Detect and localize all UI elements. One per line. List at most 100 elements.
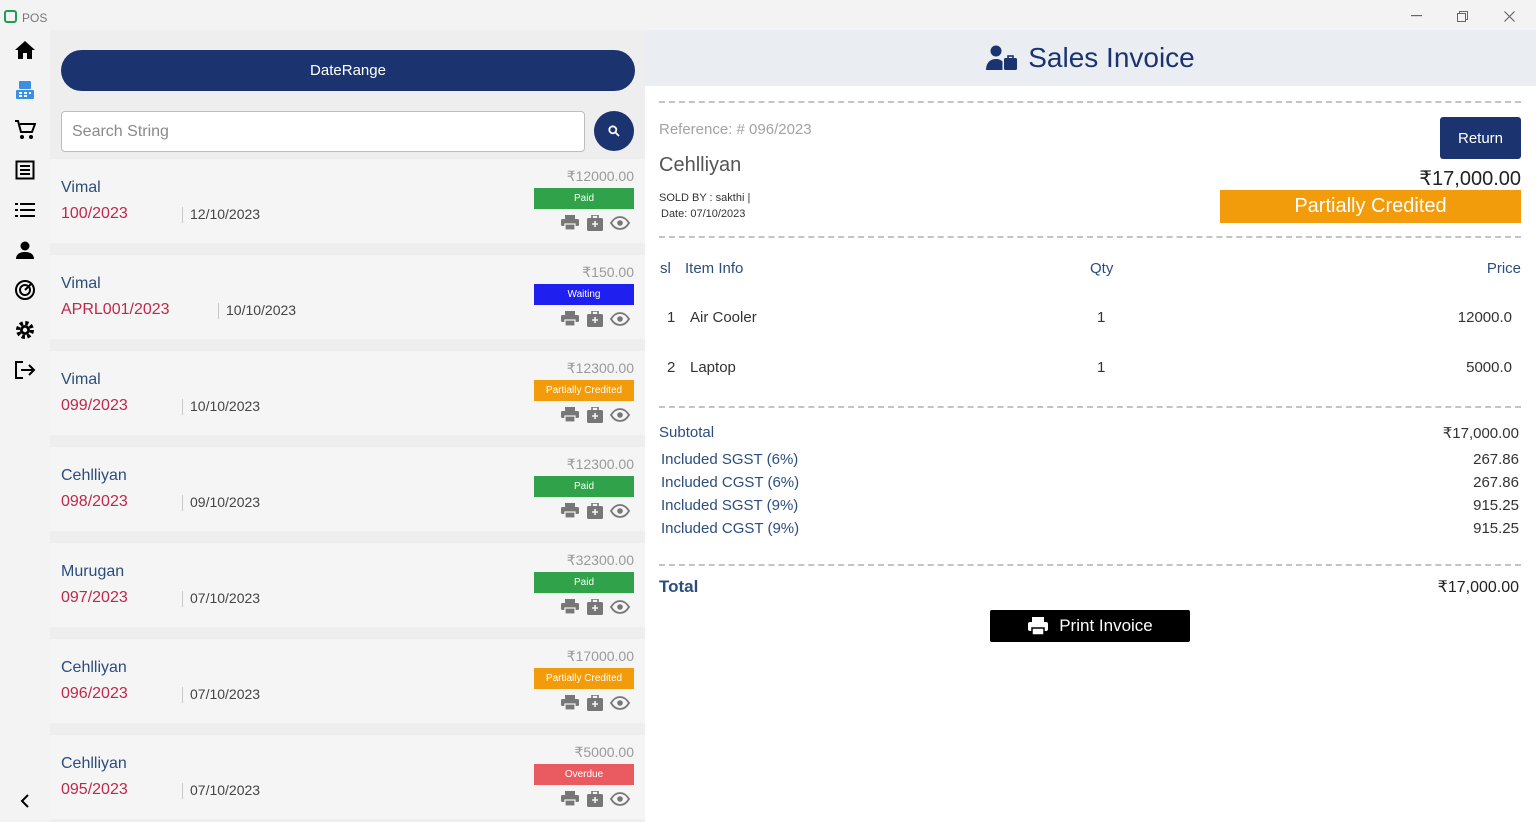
logout-icon (15, 361, 36, 379)
return-button[interactable]: Return (1440, 117, 1521, 159)
receipt-icon (15, 160, 35, 180)
invoice-list-item[interactable]: Cehlliyan 098/2023 09/10/2023 ₹12300.00 Paid (50, 447, 645, 531)
invoice-amount: ₹12300.00 (566, 360, 634, 376)
app-logo-icon (4, 10, 17, 23)
tax-value: 915.25 (1473, 497, 1519, 514)
invoice-customer-name: Cehlliyan (61, 755, 127, 772)
total-value: ₹17,000.00 (1437, 579, 1519, 596)
invoice-customer-name: Cehlliyan (61, 467, 127, 484)
box-add-icon (587, 789, 603, 812)
col-qty: Qty (1090, 260, 1114, 277)
view-button[interactable] (609, 407, 631, 426)
date-range-button[interactable]: DateRange (61, 50, 635, 91)
invoice-ref: 097/2023 (61, 589, 128, 606)
nav-logout[interactable] (12, 357, 38, 383)
invoice-list-item[interactable]: Vimal 099/2023 10/10/2023 ₹12300.00 Partiall… (50, 351, 645, 435)
tax-label: Included SGST (6%) (661, 451, 799, 468)
print-button[interactable] (560, 503, 580, 523)
person-icon (16, 241, 34, 259)
print-button[interactable] (560, 599, 580, 619)
nav-settings[interactable] (12, 317, 38, 343)
invoice-list-item[interactable]: Cehlliyan 095/2023 07/10/2023 ₹5000.00 Overd… (50, 735, 645, 819)
invoice-list-item[interactable]: Cehlliyan 096/2023 07/10/2023 ₹17000.00 Part… (50, 639, 645, 723)
nav-cart[interactable] (12, 117, 38, 143)
home-icon (15, 41, 35, 59)
close-button[interactable] (1494, 6, 1524, 26)
return-button[interactable] (585, 789, 605, 812)
restore-button[interactable] (1447, 6, 1477, 26)
user-tag-icon (986, 45, 1018, 70)
print-button[interactable] (560, 695, 580, 714)
tax-value: 267.86 (1473, 451, 1519, 468)
view-button[interactable] (609, 695, 631, 715)
nav-home[interactable] (12, 37, 38, 63)
printer-icon (561, 599, 579, 619)
separator (182, 207, 183, 223)
return-button[interactable] (585, 693, 605, 716)
printer-icon (561, 503, 579, 523)
view-button[interactable] (609, 503, 631, 522)
invoice-title: Sales Invoice (1028, 42, 1195, 73)
eye-icon (609, 695, 631, 715)
chevron-left-icon (20, 794, 29, 808)
search-button[interactable] (594, 111, 634, 151)
box-add-icon (587, 501, 603, 524)
invoice-date: 10/10/2023 (226, 302, 297, 318)
invoice-amount: ₹32300.00 (566, 552, 634, 568)
invoice-date: 07/10/2023 (190, 782, 261, 798)
view-button[interactable] (609, 311, 631, 330)
box-add-icon (587, 693, 603, 716)
title-bar: POS (0, 0, 1536, 30)
print-button[interactable] (560, 407, 580, 426)
minimize-button[interactable] (1401, 6, 1431, 26)
return-button[interactable] (585, 213, 605, 236)
printer-icon (561, 311, 579, 331)
cash-register-icon (16, 81, 34, 99)
invoice-list-panel: DateRange Vimal 100/2023 12/10/2023 ₹12000.… (50, 30, 645, 822)
invoice-amount: ₹150.00 (582, 264, 634, 280)
invoice-ref: 100/2023 (61, 205, 128, 222)
nav-invoices[interactable] (12, 157, 38, 183)
tax-value: 915.25 (1473, 520, 1519, 537)
shopping-cart-icon (15, 120, 36, 139)
nav-list[interactable] (12, 197, 38, 223)
print-invoice-button[interactable]: Print Invoice (990, 610, 1190, 642)
print-invoice-label: Print Invoice (1059, 616, 1153, 635)
item-price: 5000.0 (1466, 359, 1512, 376)
invoice-list-item[interactable]: Vimal APRL001/2023 10/10/2023 ₹150.00 Waitin… (50, 255, 645, 339)
invoice-customer-name: Murugan (61, 563, 125, 580)
box-add-icon (587, 405, 603, 428)
window-title: POS (22, 11, 48, 25)
view-button[interactable] (609, 215, 631, 234)
close-icon (1503, 10, 1515, 22)
return-button[interactable] (585, 597, 605, 618)
nav-customers[interactable] (12, 237, 38, 263)
invoice-list-item[interactable]: Vimal 100/2023 12/10/2023 ₹12000.00 Paid (50, 159, 645, 243)
col-price: Price (1486, 260, 1521, 277)
box-add-icon (587, 213, 603, 236)
print-button[interactable] (560, 311, 580, 331)
nav-pos-machine[interactable] (12, 77, 38, 103)
invoice-detail-panel: Sales Invoice Reference: # 096/2023 Cehl… (645, 30, 1536, 822)
return-button[interactable] (585, 309, 605, 332)
view-button[interactable] (609, 599, 631, 618)
restore-icon (1456, 10, 1468, 22)
return-button[interactable] (585, 405, 605, 428)
search-input[interactable] (61, 111, 585, 152)
box-add-icon (587, 309, 603, 332)
print-button[interactable] (560, 215, 580, 234)
invoice-ref: 099/2023 (61, 397, 128, 414)
sidebar (0, 30, 50, 822)
view-button[interactable] (609, 791, 631, 810)
return-button[interactable] (585, 501, 605, 524)
invoice-status-badge: Partially Credited (1220, 190, 1521, 223)
item-price: 12000.0 (1457, 309, 1512, 326)
separator (182, 687, 183, 703)
nav-reports[interactable] (12, 277, 38, 303)
divider (659, 406, 1521, 408)
print-button[interactable] (560, 791, 580, 810)
collapse-sidebar-button[interactable] (14, 790, 36, 812)
separator (182, 783, 183, 799)
item-qty: 1 (1097, 359, 1106, 376)
invoice-list-item[interactable]: Murugan 097/2023 07/10/2023 ₹32300.00 Paid (50, 543, 645, 627)
